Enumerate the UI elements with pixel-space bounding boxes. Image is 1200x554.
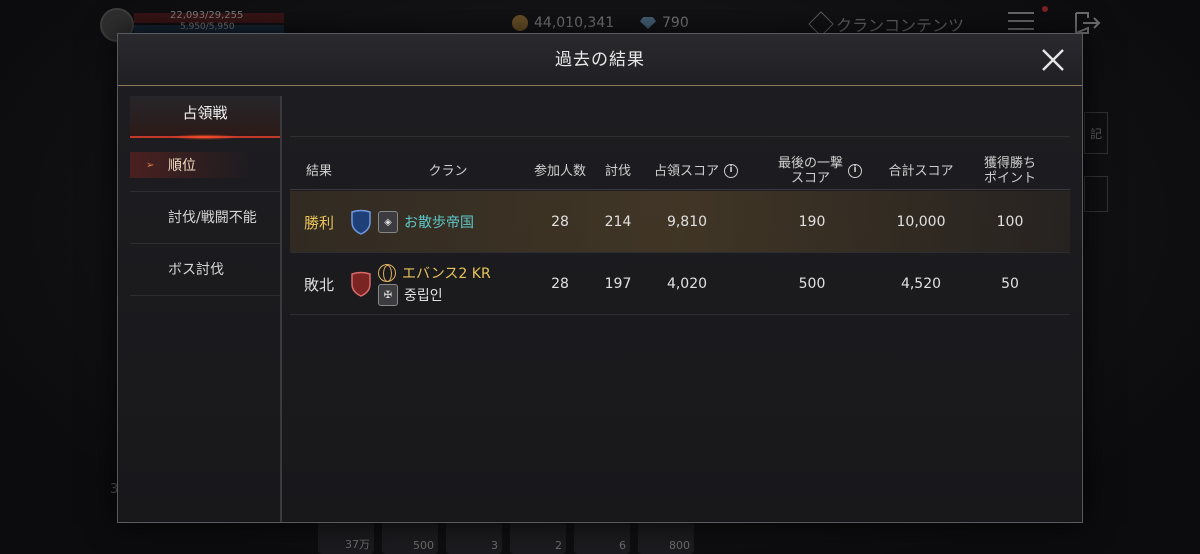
clan-emblem-icon: ◈ (378, 211, 398, 233)
header-participants: 参加人数 (533, 163, 586, 179)
header-occupation-score-label: 占領スコア (653, 163, 719, 179)
clan-name[interactable]: お散歩帝国 (404, 212, 474, 232)
info-icon[interactable]: i (848, 164, 862, 178)
bottom-slot[interactable]: 6 (574, 520, 630, 554)
hp-text: 22,093/29,255 (170, 10, 244, 21)
sidebar-item-label: ボス討伐 (168, 262, 224, 278)
clan-cell: エバンス2 KR ✠ 중립인 (350, 253, 550, 315)
table-row: 勝利 ◈ お散歩帝国 28 214 9,810 190 10,000 100 (290, 191, 1070, 253)
gem-amount: 790 (662, 15, 689, 31)
side-button[interactable]: 記 (1084, 112, 1108, 154)
participants: 28 (551, 214, 569, 230)
total-score: 4,520 (900, 276, 942, 292)
past-results-modal: 過去の結果 占領戦 ➢ 順位 討伐/戦闘不能 ボス討伐 結果 クラン 参加人数 … (117, 33, 1083, 523)
result-label: 勝利 (303, 213, 334, 232)
bottom-slot[interactable]: 800 (638, 520, 694, 554)
menu-icon[interactable] (1008, 12, 1034, 32)
header-occupation-score: 占領スコア i (642, 152, 750, 190)
coin-icon (512, 15, 528, 31)
last-hit-score: 500 (798, 276, 826, 292)
header-win-points-line2: ポイント (983, 171, 1036, 186)
header-kills: 討伐 (604, 163, 631, 179)
server-line: エバンス2 KR (378, 263, 491, 283)
clan-line: ✠ 중립인 (378, 284, 491, 306)
clan-name[interactable]: 중립인 (404, 285, 443, 305)
sidebar-list: ➢ 順位 討伐/戦闘不能 ボス討伐 (130, 140, 280, 296)
globe-icon (378, 264, 396, 282)
kills: 214 (604, 214, 632, 230)
arrow-icon: ➢ (146, 160, 155, 171)
header-win-points-line1: 獲得勝ち (983, 156, 1036, 171)
win-points: 100 (996, 214, 1024, 230)
clan-cell: ◈ お散歩帝国 (350, 191, 530, 253)
sidebar-item-ranking[interactable]: ➢ 順位 (130, 140, 280, 192)
sidebar-item-kills[interactable]: 討伐/戦闘不能 (130, 192, 280, 244)
sidebar-item-boss-kills[interactable]: ボス討伐 (130, 244, 280, 296)
divider (290, 136, 1070, 137)
clan-info: エバンス2 KR ✠ 중립인 (378, 263, 491, 306)
blue-shield-icon (351, 209, 371, 235)
kills: 197 (604, 276, 632, 292)
bottom-hud: 37万 500 3 2 6 800 (318, 520, 694, 554)
bottom-slot[interactable]: 37万 (318, 520, 374, 554)
gem-display: 790 (640, 15, 689, 31)
table-row: 敗北 エバンス2 KR ✠ 중립인 28 197 4,020 500 4,520… (290, 253, 1070, 315)
header-clan: クラン (428, 163, 468, 179)
last-hit-score: 190 (798, 214, 826, 230)
sidebar: 占領戦 ➢ 順位 討伐/戦闘不能 ボス討伐 (130, 96, 282, 516)
table-header: 結果 クラン 参加人数 討伐 占領スコア i 最後の一撃 スコア i 合計スコア… (290, 152, 1070, 190)
server-name: エバンス2 KR (402, 266, 491, 282)
bottom-slot[interactable]: 2 (510, 520, 566, 554)
notification-dot (1042, 6, 1048, 12)
sidebar-item-label: 討伐/戦闘不能 (168, 210, 257, 226)
close-icon (1042, 49, 1064, 71)
occupation-score: 4,020 (666, 276, 708, 292)
tab-occupation-war[interactable]: 占領戦 (130, 96, 280, 140)
header-win-points: 獲得勝ち ポイント (970, 152, 1050, 190)
side-button-2[interactable] (1084, 176, 1108, 212)
sidebar-divider (280, 96, 282, 522)
header-last-hit-line1: 最後の一撃 (777, 156, 843, 171)
tab-label: 占領戦 (182, 104, 228, 122)
total-score: 10,000 (896, 214, 946, 230)
close-button[interactable] (1040, 47, 1066, 73)
clan-emblem-icon: ✠ (378, 284, 398, 306)
gold-display: 44,010,341 (512, 15, 614, 31)
header-total-score: 合計スコア (888, 163, 954, 179)
occupation-score: 9,810 (666, 214, 708, 230)
modal-title: 過去の結果 (555, 50, 645, 70)
win-points: 50 (1001, 276, 1019, 292)
bottom-slot[interactable]: 3 (446, 520, 502, 554)
header-result: 結果 (305, 163, 332, 179)
header-last-hit-score: 最後の一撃 スコア i (758, 152, 882, 190)
red-shield-icon (351, 271, 371, 297)
modal-header: 過去の結果 (118, 34, 1082, 86)
mp-text: 5,950/5,950 (180, 22, 235, 32)
gold-amount: 44,010,341 (534, 15, 615, 31)
gem-icon (640, 17, 656, 29)
result-label: 敗北 (303, 275, 334, 294)
sidebar-item-label: 順位 (168, 158, 196, 174)
bottom-slot[interactable]: 500 (382, 520, 438, 554)
header-last-hit-line2: スコア (790, 171, 830, 186)
info-icon[interactable]: i (724, 164, 738, 178)
participants: 28 (551, 276, 569, 292)
